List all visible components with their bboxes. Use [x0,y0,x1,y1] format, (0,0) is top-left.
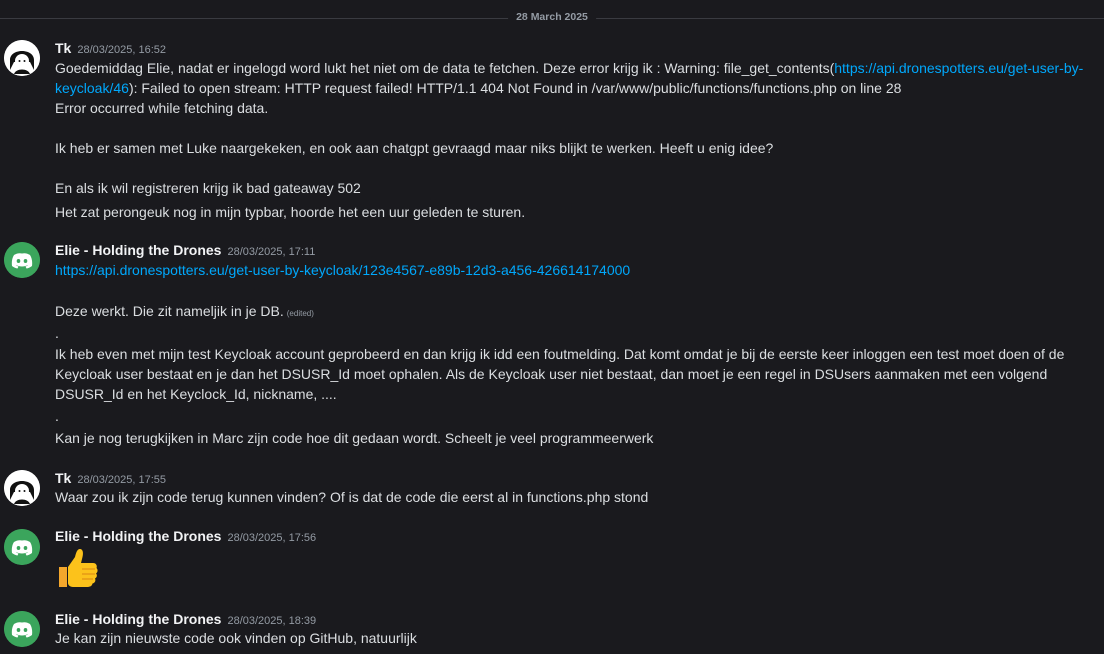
message-timestamp: 28/03/2025, 18:39 [227,615,317,627]
discord-logo-icon [4,529,40,565]
message-text: En als ik wil registreren krijg ik bad g… [55,180,361,196]
discord-logo-icon [4,242,40,278]
message-text: Kan je nog terugkijken in Marc zijn code… [55,430,654,446]
text-segment: ): Failed to open stream: HTTP request f… [128,80,902,96]
edited-label: (edited) [286,309,314,318]
message-text: Error occurred while fetching data. [55,100,269,116]
message-timestamp: 28/03/2025, 17:55 [77,474,167,486]
user-avatar-icon [4,470,40,506]
avatar[interactable] [4,242,40,278]
message-header: Elie - Holding the Drones 28/03/2025, 17:… [55,242,315,260]
message-text: https://api.dronespotters.eu/get-user-by… [55,260,1094,280]
message-timestamp: 28/03/2025, 17:11 [227,246,316,258]
avatar[interactable] [4,470,40,506]
message-header: Elie - Holding the Drones 28/03/2025, 18:… [55,611,316,629]
message-text: Het zat perongeuk nog in mijn typbar, ho… [55,204,526,220]
avatar[interactable] [4,529,40,565]
message-text: . [55,325,59,341]
author-name[interactable]: Tk [55,40,71,56]
message-text: . [55,408,59,424]
message-text: Deze werkt. Die zit nameljik in je DB. (e… [55,301,1094,324]
message-text: Goedemiddag Elie, nadat er ingelogd word… [55,58,1094,98]
text-segment: Goedemiddag Elie, nadat er ingelogd word… [55,60,835,76]
message-text: Ik heb er samen met Luke naargekeken, en… [55,140,774,156]
message-link[interactable]: https://api.dronespotters.eu/get-user-by… [55,262,630,278]
text-segment: Deze werkt. Die zit nameljik in je DB. [55,303,284,319]
author-name[interactable]: Elie - Holding the Drones [55,611,221,627]
message-header: Tk 28/03/2025, 17:55 [55,470,166,488]
author-name[interactable]: Elie - Holding the Drones [55,528,221,544]
message-text: Je kan zijn nieuwste code ook vinden op … [55,630,417,646]
avatar[interactable] [4,40,40,76]
user-avatar-icon [4,40,40,76]
message-text: Waar zou ik zijn code terug kunnen vinde… [55,489,649,505]
message-text: Ik heb even met mijn test Keycloak accou… [55,346,1065,402]
message-timestamp: 28/03/2025, 16:52 [77,44,167,56]
message-timestamp: 28/03/2025, 17:56 [227,532,317,544]
message-header: Elie - Holding the Drones 28/03/2025, 17:… [55,528,316,546]
message-header: Tk 28/03/2025, 16:52 [55,40,166,58]
avatar[interactable] [4,611,40,647]
thumbs-up-icon[interactable] [55,545,101,591]
author-name[interactable]: Tk [55,470,71,486]
author-name[interactable]: Elie - Holding the Drones [55,242,221,258]
date-divider-label: 28 March 2025 [508,11,596,23]
discord-logo-icon [4,611,40,647]
